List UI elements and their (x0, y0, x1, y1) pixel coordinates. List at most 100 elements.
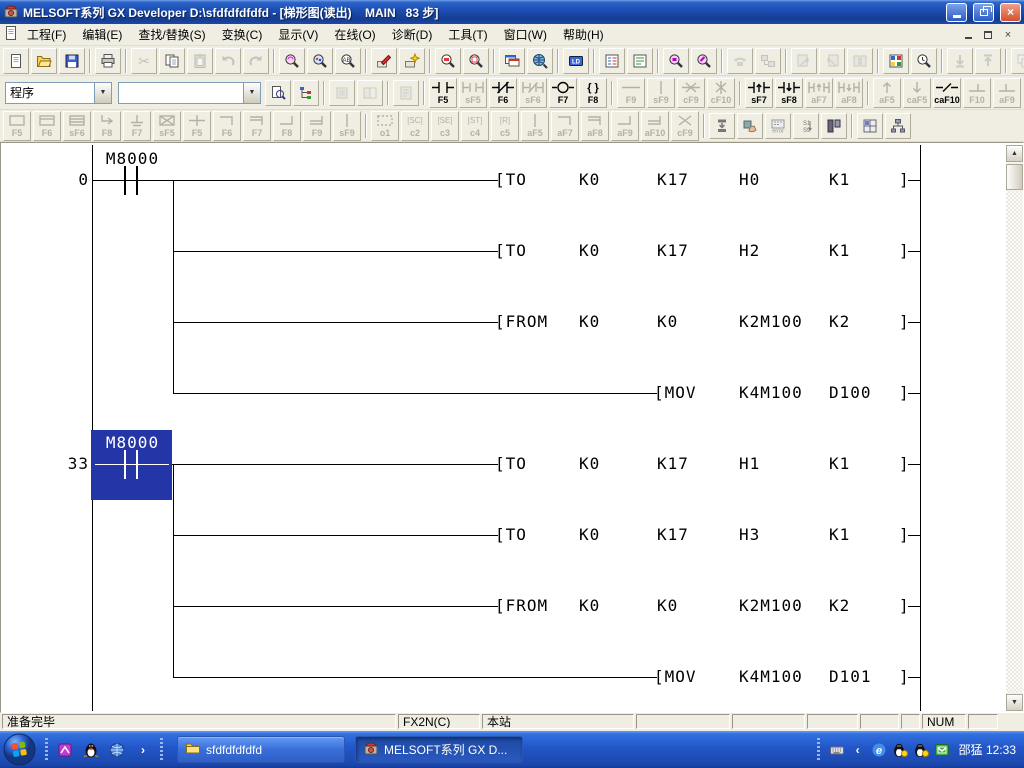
sort-display-button[interactable] (885, 113, 911, 139)
tray-qq-1-icon[interactable] (891, 741, 909, 759)
application-instruction-button[interactable]: { }F8 (579, 78, 607, 108)
step-no-sort-button[interactable]: S1S9 (793, 113, 819, 139)
ladder-instruction-arg[interactable]: K17 (657, 170, 689, 190)
open-contact-button[interactable]: F5 (429, 78, 457, 108)
chevron-down-icon[interactable]: ▼ (94, 83, 111, 103)
menu-item-8[interactable]: 窗口(W) (496, 23, 555, 46)
ladder-instruction-arg[interactable]: H2 (739, 241, 760, 261)
ladder-instruction-arg[interactable]: K17 (657, 241, 689, 261)
ladder-instruction-end[interactable]: ] (899, 241, 910, 261)
find-replace-device-button[interactable] (435, 48, 461, 74)
find-string-button[interactable]: AB (335, 48, 361, 74)
vertical-scrollbar[interactable]: ▲ ▼ (1006, 145, 1023, 711)
menu-item-3[interactable]: 变换(C) (214, 23, 271, 46)
ladder-instruction-arg[interactable]: H0 (739, 170, 760, 190)
menu-item-4[interactable]: 显示(V) (270, 23, 326, 46)
ladder-instruction-arg[interactable]: K1 (829, 525, 850, 545)
menu-item-0[interactable]: 工程(F) (19, 23, 74, 46)
ladder-contact-label[interactable]: M8000 (92, 149, 173, 169)
quicklaunch-handle[interactable] (45, 738, 48, 762)
save-project-button[interactable] (59, 48, 85, 74)
taskbar-item-gx-developer[interactable]: MELSOFT系列 GX D... (355, 736, 523, 763)
ladder-instruction-arg[interactable]: K1 (829, 454, 850, 474)
ladder-instruction-arg[interactable]: K1 (829, 170, 850, 190)
block-transfer-button[interactable] (737, 113, 763, 139)
menu-item-2[interactable]: 查找/替换(S) (130, 23, 213, 46)
ladder-instruction-end[interactable]: ] (899, 383, 910, 403)
find-device-button[interactable] (307, 48, 333, 74)
tray-qq-2-icon[interactable] (912, 741, 930, 759)
entry-data-monitor-button[interactable] (911, 48, 937, 74)
taskbar-item-folder[interactable]: sfdfdfdfdfd (177, 736, 345, 763)
open-project-button[interactable] (31, 48, 57, 74)
find-contact-coil-button[interactable] (663, 48, 689, 74)
block-list-button[interactable] (821, 113, 847, 139)
menu-item-6[interactable]: 诊断(D) (384, 23, 441, 46)
new-project-button[interactable] (3, 48, 29, 74)
menu-item-1[interactable]: 编辑(E) (74, 23, 130, 46)
copy-button[interactable] (159, 48, 185, 74)
ladder-contact-label[interactable]: M8000 (92, 433, 173, 453)
ladder-instruction-op[interactable]: [FROM (495, 596, 548, 616)
step-number[interactable]: 0 (41, 170, 89, 190)
ladder-instruction-end[interactable]: ] (899, 596, 910, 616)
project-verify-button[interactable] (527, 48, 553, 74)
project-data-list-button[interactable] (293, 80, 319, 106)
menu-item-9[interactable]: 帮助(H) (555, 23, 612, 46)
ladder-instruction-arg[interactable]: K0 (579, 454, 600, 474)
mdi-close-button[interactable]: × (1001, 28, 1015, 41)
data-type-combo[interactable]: 程序 ▼ (5, 82, 112, 104)
menu-item-7[interactable]: 工具(T) (440, 23, 495, 46)
ladder-instruction-arg[interactable]: D100 (829, 383, 872, 403)
ladder-instruction-arg[interactable]: K2M100 (739, 596, 803, 616)
find-device-use-button[interactable] (691, 48, 717, 74)
ladder-instruction-arg[interactable]: K2 (829, 312, 850, 332)
tray-keyboard-icon[interactable] (828, 741, 846, 759)
device-combo[interactable]: ▼ (118, 82, 261, 104)
scroll-down-button[interactable]: ▼ (1006, 694, 1023, 711)
ladder-instruction-arg[interactable]: K2M100 (739, 312, 803, 332)
ladder-logic-test-button[interactable]: LD (563, 48, 589, 74)
comment-display-button[interactable] (599, 48, 625, 74)
error-jump-button[interactable]: error (765, 113, 791, 139)
ladder-instruction-arg[interactable]: K0 (579, 596, 600, 616)
restore-button[interactable] (973, 3, 994, 22)
ladder-instruction-op[interactable]: [TO (495, 241, 527, 261)
ladder-instruction-end[interactable]: ] (899, 312, 910, 332)
ladder-instruction-arg[interactable]: K0 (579, 241, 600, 261)
ladder-instruction-arg[interactable]: K0 (657, 312, 678, 332)
device-batch-button[interactable] (399, 48, 425, 74)
minimize-button[interactable] (946, 3, 967, 22)
ladder-instruction-arg[interactable]: K4M100 (739, 667, 803, 687)
invert-result-button[interactable]: caF10 (933, 78, 961, 108)
pulse-up-contact-button[interactable]: sF7 (745, 78, 773, 108)
ladder-instruction-arg[interactable]: H1 (739, 454, 760, 474)
device-monitor-button[interactable] (883, 48, 909, 74)
quicklaunch-browser-icon[interactable] (106, 739, 128, 761)
ladder-instruction-arg[interactable]: K4M100 (739, 383, 803, 403)
ladder-instruction-arg[interactable]: K0 (579, 312, 600, 332)
pulse-down-contact-button[interactable]: sF8 (775, 78, 803, 108)
comment-edit-button[interactable] (265, 80, 291, 106)
ladder-instruction-arg[interactable]: K0 (657, 596, 678, 616)
ladder-instruction-arg[interactable]: K17 (657, 454, 689, 474)
scrollbar-thumb[interactable] (1006, 164, 1023, 190)
mdi-minimize-button[interactable] (961, 28, 975, 41)
print-button[interactable] (95, 48, 121, 74)
quicklaunch-qq-icon[interactable] (80, 739, 102, 761)
find-replace-instruction-button[interactable] (463, 48, 489, 74)
ladder-instruction-arg[interactable]: K0 (579, 525, 600, 545)
tray-collapse-icon[interactable]: ‹ (849, 741, 867, 759)
scroll-up-button[interactable]: ▲ (1006, 145, 1023, 162)
menu-item-5[interactable]: 在线(O) (326, 23, 383, 46)
statement-display-button[interactable] (627, 48, 653, 74)
screen-color-setting-button[interactable] (499, 48, 525, 74)
ladder-instruction-arg[interactable]: K1 (829, 241, 850, 261)
device-test-button[interactable] (371, 48, 397, 74)
quicklaunch-app-icon[interactable] (54, 739, 76, 761)
start-button[interactable] (3, 733, 36, 766)
ladder-instruction-op[interactable]: [TO (495, 525, 527, 545)
ladder-instruction-arg[interactable]: H3 (739, 525, 760, 545)
step-transition-button[interactable] (709, 113, 735, 139)
ladder-instruction-arg[interactable]: K2 (829, 596, 850, 616)
